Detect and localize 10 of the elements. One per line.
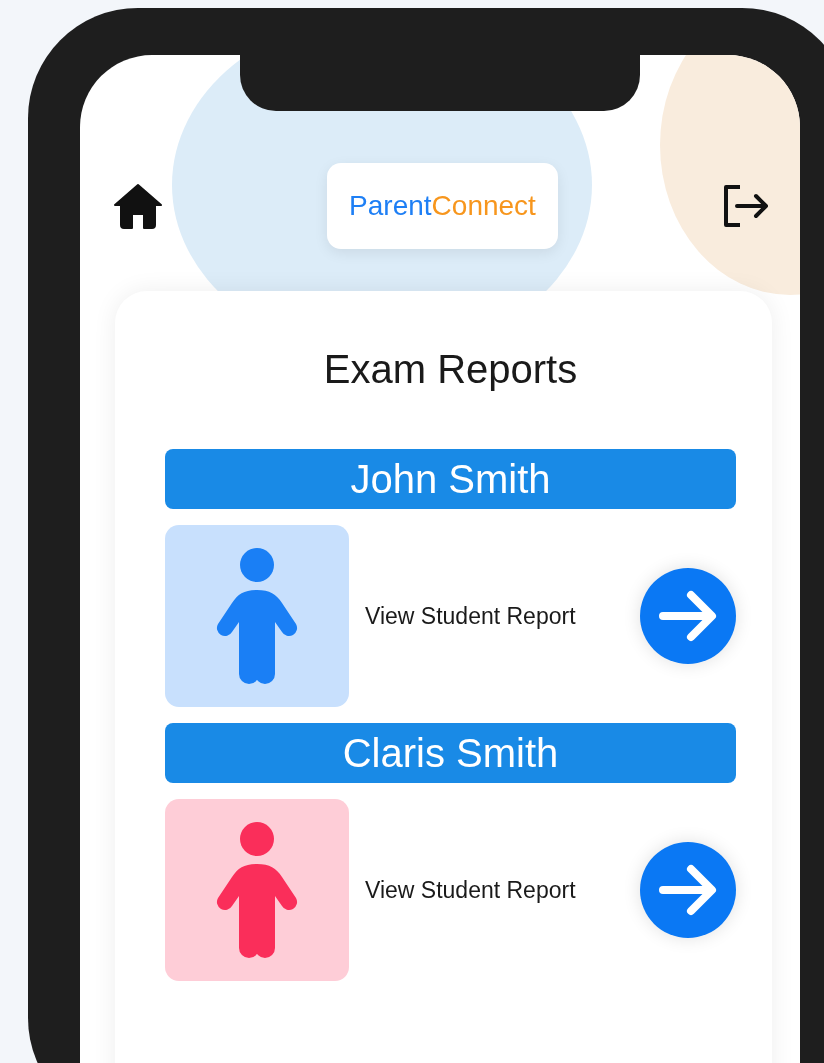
app-logo: ParentConnect <box>327 163 558 249</box>
arrow-right-icon <box>658 864 718 916</box>
arrow-right-icon <box>658 590 718 642</box>
logout-icon[interactable] <box>722 184 770 228</box>
report-link-text[interactable]: View Student Report <box>365 598 640 634</box>
student-name: Claris Smith <box>165 723 736 783</box>
report-link-text[interactable]: View Student Report <box>365 872 640 908</box>
home-icon[interactable] <box>113 183 163 229</box>
student-name: John Smith <box>165 449 736 509</box>
page-title: Exam Reports <box>322 346 579 393</box>
